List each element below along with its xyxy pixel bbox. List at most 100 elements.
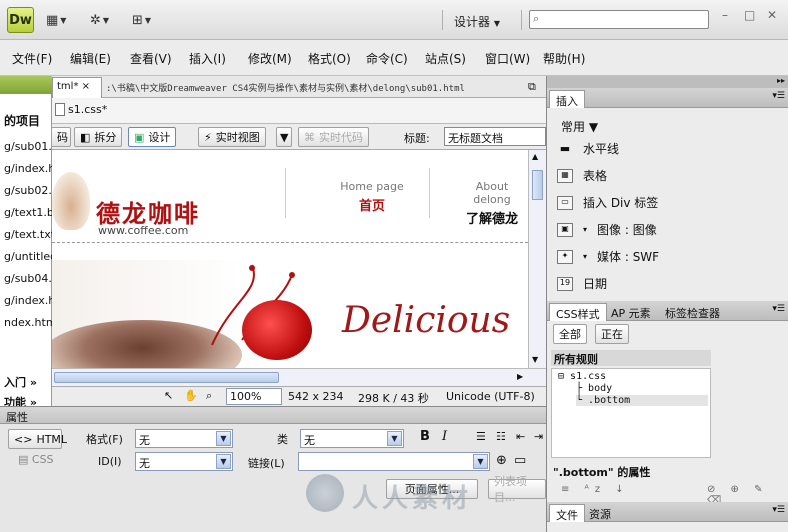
menu-edit[interactable]: 编辑(E) (70, 50, 111, 67)
insert-media-item[interactable]: ✦ ▾ 媒体 : SWF (557, 248, 659, 265)
live-view-dropdown[interactable]: ▼ (276, 127, 292, 147)
close-button[interactable]: ✕ (767, 8, 777, 22)
related-file[interactable]: s1.css* (68, 103, 107, 116)
gear-icon[interactable]: ✲ ▼ (90, 12, 109, 28)
html-mode-button[interactable]: <> HTML (8, 429, 67, 449)
css-mode-button[interactable]: ▤ CSS (18, 453, 54, 466)
document-tab[interactable]: tml* × (52, 77, 102, 98)
browse-folder-icon[interactable]: ▭ (514, 453, 526, 468)
hand-icon[interactable]: ✋ (184, 389, 198, 402)
split-view-button[interactable]: ◧ 拆分 (74, 127, 123, 147)
file-link[interactable]: g/sub04. (4, 272, 52, 285)
menu-view[interactable]: 查看(V) (130, 50, 172, 67)
id-value: 无 (139, 457, 150, 470)
panel-menu-icon[interactable]: ▾☰ (772, 505, 785, 515)
indent-icon[interactable]: ⇥ (534, 430, 543, 443)
panel-menu-icon[interactable]: ▾☰ (772, 91, 785, 101)
menu-site[interactable]: 站点(S) (425, 50, 466, 67)
file-link[interactable]: ndex.htm (4, 316, 57, 329)
site-icon[interactable]: ⊞ ▼ (132, 12, 151, 28)
zoom-select[interactable]: 100% (226, 388, 282, 405)
maximize-button[interactable]: □ (744, 8, 755, 22)
rule-bottom[interactable]: └ .bottom (576, 395, 708, 406)
coffee-cup-image (52, 172, 90, 230)
title-field[interactable]: 无标题文档 (444, 127, 546, 146)
file-link[interactable]: g/text1.b (4, 206, 54, 219)
id-select[interactable]: 无 ▼ (135, 452, 233, 471)
window-size[interactable]: 542 x 234 (288, 390, 344, 403)
rule-body[interactable]: ├ body (576, 383, 612, 394)
css-rules-tree: ⊟ s1.css ├ body └ .bottom (551, 368, 711, 458)
file-link[interactable]: g/sub01. (4, 140, 52, 153)
insert-div-item[interactable]: ▭ 插入 Div 标签 (557, 194, 658, 211)
horizontal-scrollbar[interactable]: ▶ (52, 368, 546, 386)
panel-menu-icon[interactable]: ▾☰ (772, 304, 785, 314)
vertical-scrollbar[interactable]: ▲ ▼ (528, 150, 546, 368)
ordered-list-icon[interactable]: ☷ (496, 430, 506, 443)
bold-button[interactable]: B (420, 429, 430, 444)
unordered-list-icon[interactable]: ☰ (476, 430, 486, 443)
file-link[interactable]: g/text.txt (4, 228, 55, 241)
horizontal-scroll-thumb[interactable] (54, 372, 279, 383)
tab-ap-elements[interactable]: AP 元素 (605, 303, 657, 321)
css-view-toggle-icons[interactable]: ≡ ᴬz ↓ (561, 484, 630, 495)
search-input[interactable]: ⌕ (529, 10, 709, 29)
rule-stylesheet-label: s1.css (570, 371, 607, 382)
scroll-down-icon[interactable]: ▼ (532, 355, 538, 364)
menu-file[interactable]: 文件(F) (12, 50, 52, 67)
tab-assets[interactable]: 资源 (583, 504, 617, 522)
live-code-button[interactable]: ⌘ 实时代码 (298, 127, 369, 147)
code-view-button[interactable]: 码 (51, 127, 71, 147)
chevron-down-icon: ▾ (583, 252, 588, 261)
pointer-icon[interactable]: ↖ (164, 389, 173, 402)
close-tab-icon[interactable]: × (82, 81, 90, 92)
tab-css-styles[interactable]: CSS样式 (549, 303, 607, 321)
menu-commands[interactable]: 命令(C) (366, 50, 408, 67)
tab-insert[interactable]: 插入 (549, 90, 585, 108)
css-current-button[interactable]: 正在 (595, 324, 629, 344)
format-select[interactable]: 无 ▼ (135, 429, 233, 448)
point-to-file-icon[interactable]: ⊕ (496, 453, 507, 468)
file-link[interactable]: g/index.h (4, 162, 55, 175)
rule-stylesheet[interactable]: ⊟ s1.css (558, 371, 606, 382)
vertical-scroll-thumb[interactable] (532, 170, 543, 200)
minimize-button[interactable]: – (722, 8, 728, 22)
workspace-switcher[interactable]: 设计器 ▼ (454, 13, 500, 30)
scroll-up-icon[interactable]: ▲ (532, 152, 538, 161)
getting-started-link[interactable]: 入门 » (4, 374, 37, 390)
file-link[interactable]: g/untitled (4, 250, 57, 263)
source-code-icon[interactable] (55, 103, 65, 116)
tab-files[interactable]: 文件 (549, 504, 585, 522)
nav-home[interactable]: Home page 首页 (337, 180, 407, 214)
menu-format[interactable]: 格式(O) (308, 50, 351, 67)
live-view-button[interactable]: ⚡ 实时视图 (198, 127, 266, 147)
design-view[interactable]: 德龙咖啡 www.coffee.com Home page 首页 About d… (52, 150, 528, 368)
tab-tag-inspector[interactable]: 标签检查器 (659, 303, 726, 321)
css-all-button[interactable]: 全部 (553, 324, 587, 344)
layout-icon[interactable]: ▦ ▼ (46, 12, 66, 28)
link-field[interactable]: ▼ (298, 452, 490, 471)
menu-insert[interactable]: 插入(I) (189, 50, 226, 67)
file-link[interactable]: g/index.h (4, 294, 55, 307)
design-view-button[interactable]: ▣ 设计 (128, 127, 177, 147)
restore-icon[interactable]: ⧉ (528, 80, 536, 94)
italic-button[interactable]: I (442, 429, 447, 444)
insert-category-select[interactable]: 常用 ▼ (561, 118, 598, 135)
menu-window[interactable]: 窗口(W) (485, 50, 530, 67)
collapse-panel-icon[interactable]: ▸▸ (547, 76, 788, 88)
menu-help[interactable]: 帮助(H) (543, 50, 585, 67)
insert-hr-item[interactable]: ▬ 水平线 (557, 140, 619, 157)
insert-table-item[interactable]: ▦ 表格 (557, 167, 607, 184)
class-select[interactable]: 无 ▼ (300, 429, 404, 448)
outdent-icon[interactable]: ⇤ (516, 430, 525, 443)
insert-image-item[interactable]: ▣ ▾ 图像 : 图像 (557, 221, 657, 238)
list-item-button[interactable]: 列表项目... (488, 475, 546, 504)
zoom-icon[interactable]: ⌕ (206, 389, 212, 403)
css-label: CSS (31, 453, 54, 466)
html-label: HTML (36, 432, 68, 446)
nav-about[interactable]: About delong 了解德龙 (457, 180, 527, 227)
insert-date-item[interactable]: 19 日期 (557, 275, 607, 292)
scroll-right-icon[interactable]: ▶ (517, 372, 523, 381)
file-link[interactable]: g/sub02. (4, 184, 52, 197)
menu-modify[interactable]: 修改(M) (248, 50, 292, 67)
